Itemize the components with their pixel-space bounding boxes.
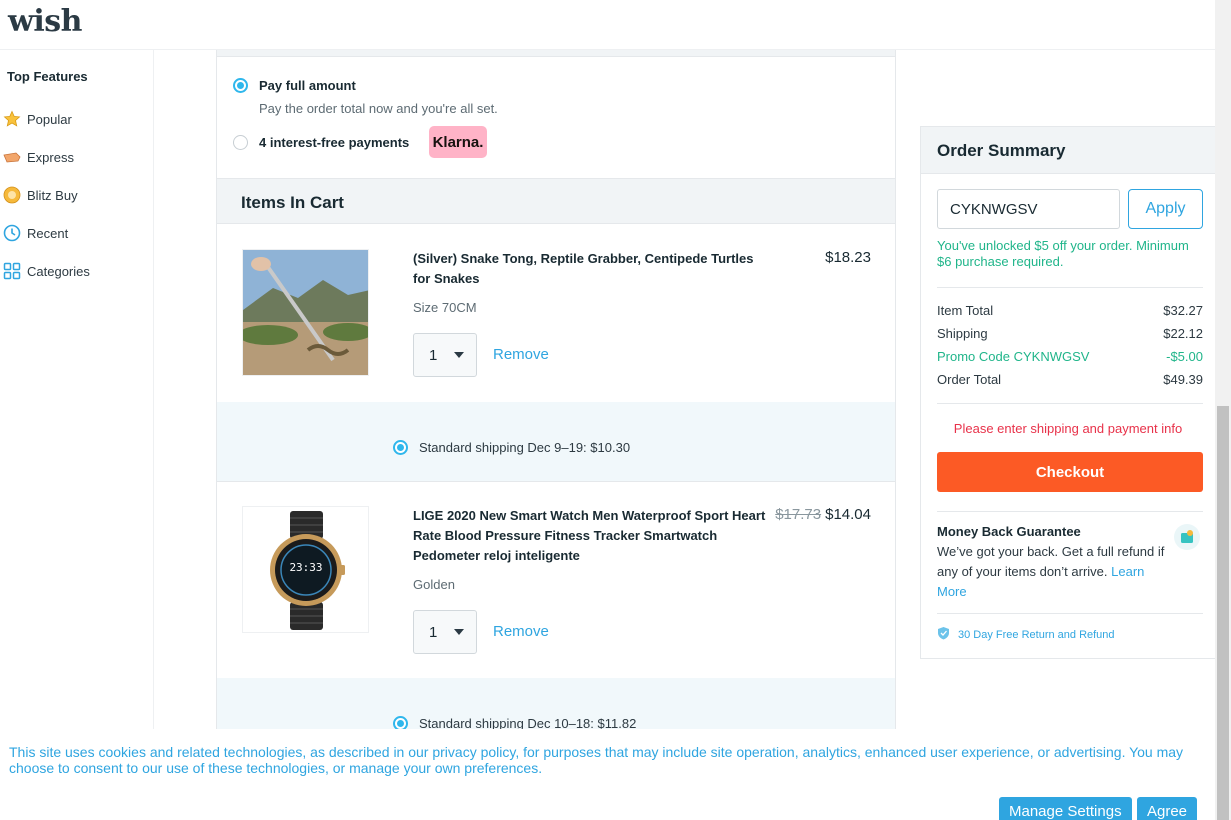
sidebar-item-label: Express <box>27 149 74 165</box>
pay-full-option[interactable]: Pay full amount <box>233 78 356 93</box>
checkout-button[interactable]: Checkout <box>937 452 1203 492</box>
shipping-option-row: Standard shipping Dec 9–19: $10.30 <box>217 402 895 482</box>
summary-row-label: Shipping <box>937 326 988 341</box>
klarna-logo: Klarna. <box>429 126 487 158</box>
summary-row-label: Order Total <box>937 372 1002 387</box>
cart-item-title[interactable]: LIGE 2020 New Smart Watch Men Waterproof… <box>413 506 773 566</box>
shipping-radio[interactable] <box>393 716 408 730</box>
agree-button[interactable]: Agree <box>1137 797 1198 820</box>
summary-row-order-total: Order Total $49.39 <box>937 372 1203 387</box>
checkout-main: Pay full amount Pay the order total now … <box>216 50 896 730</box>
sidebar-item-popular[interactable]: Popular <box>0 104 150 134</box>
product-image-snake-tong[interactable] <box>242 249 369 376</box>
order-summary-panel: Order Summary Apply You've unlocked $5 o… <box>920 126 1216 659</box>
chevron-down-icon <box>454 352 464 358</box>
cookie-consent-bar: This site uses cookies and related techn… <box>0 729 1215 820</box>
summary-row-label: Item Total <box>937 303 994 318</box>
apply-promo-button[interactable]: Apply <box>1128 189 1203 229</box>
quantity-dropdown[interactable]: 1 <box>413 333 477 377</box>
promo-code-input[interactable] <box>937 189 1120 229</box>
blitz-buy-icon <box>3 186 21 204</box>
sidebar-item-label: Categories <box>27 263 90 279</box>
summary-row-value: $22.12 <box>1163 326 1203 341</box>
sidebar-item-recent[interactable]: Recent <box>0 218 150 248</box>
summary-row-item-total: Item Total $32.27 <box>937 303 1203 318</box>
sidebar-item-label: Recent <box>27 225 69 241</box>
pay-full-radio[interactable] <box>233 78 248 93</box>
cart-item-variant: Size 70CM <box>413 300 477 315</box>
shipping-payment-warning: Please enter shipping and payment info <box>953 421 1183 436</box>
shield-icon <box>937 626 950 643</box>
section-divider <box>217 50 895 57</box>
sidebar-item-express[interactable]: Express <box>0 142 150 172</box>
wish-logo[interactable]: wish <box>8 4 82 39</box>
cart-item-price: $18.23 <box>825 249 871 266</box>
cart-item-title[interactable]: (Silver) Snake Tong, Reptile Grabber, Ce… <box>413 249 773 289</box>
installments-radio[interactable] <box>233 135 248 150</box>
divider <box>937 511 1203 512</box>
sidebar-item-label: Blitz Buy <box>27 187 78 203</box>
sidebar-item-label: Popular <box>27 111 72 127</box>
promo-success-message: You've unlocked $5 off your order. Minim… <box>937 238 1189 269</box>
shipping-option-row: Standard shipping Dec 10–18: $11.82 <box>217 678 895 730</box>
grid-icon <box>3 262 21 280</box>
sidebar: Top Features Popular Express Blitz Buy R… <box>0 50 154 730</box>
manage-settings-button[interactable]: Manage Settings <box>999 797 1132 820</box>
remove-item-button[interactable]: Remove <box>493 346 549 363</box>
sidebar-item-categories[interactable]: Categories <box>0 256 150 286</box>
cookie-notice-text: This site uses cookies and related techn… <box>9 744 1184 776</box>
money-back-title: Money Back Guarantee <box>937 524 1081 539</box>
summary-row-promo: Promo Code CYKNWGSV -$5.00 <box>937 349 1203 364</box>
quantity-dropdown[interactable]: 1 <box>413 610 477 654</box>
summary-row-label: Promo Code CYKNWGSV <box>937 349 1090 364</box>
guarantee-box-icon <box>1174 524 1200 550</box>
summary-row-shipping: Shipping $22.12 <box>937 326 1203 341</box>
return-policy[interactable]: 30 Day Free Return and Refund <box>937 626 1115 643</box>
cart-heading: Items In Cart <box>241 193 344 212</box>
installments-label: 4 interest-free payments <box>259 135 410 150</box>
clock-icon <box>3 224 21 242</box>
summary-row-value: -$5.00 <box>1166 349 1203 364</box>
shipping-option-label: Standard shipping Dec 10–18: $11.82 <box>419 716 637 730</box>
cart-item-variant: Golden <box>413 577 455 592</box>
summary-row-value: $32.27 <box>1163 303 1203 318</box>
return-policy-text: 30 Day Free Return and Refund <box>958 628 1115 641</box>
sidebar-title: Top Features <box>7 69 88 84</box>
cart-item-current-price: $14.04 <box>825 506 871 523</box>
order-summary-header: Order Summary <box>921 127 1215 174</box>
pay-full-label: Pay full amount <box>259 78 356 93</box>
scrollbar-thumb[interactable] <box>1217 406 1229 820</box>
divider <box>937 287 1203 288</box>
cart-item-current-price: $18.23 <box>825 249 871 266</box>
order-summary-heading: Order Summary <box>937 141 1066 160</box>
divider <box>937 613 1203 614</box>
chevron-down-icon <box>454 629 464 635</box>
express-truck-icon <box>3 148 21 166</box>
shipping-radio[interactable] <box>393 440 408 455</box>
star-icon <box>3 110 21 128</box>
watch-face-time: 23:33 <box>289 561 323 574</box>
money-back-text: We’ve got your back. Get a full refund i… <box>937 542 1177 602</box>
remove-item-button[interactable]: Remove <box>493 623 549 640</box>
divider <box>937 403 1203 404</box>
product-image-smart-watch[interactable]: 23:33 <box>242 506 369 633</box>
pay-full-description: Pay the order total now and you're all s… <box>259 101 498 116</box>
quantity-value: 1 <box>429 347 438 364</box>
quantity-value: 1 <box>429 624 438 641</box>
top-bar: wish <box>0 0 1215 50</box>
installments-option[interactable]: 4 interest-free payments <box>233 135 409 150</box>
cart-header: Items In Cart <box>217 178 895 224</box>
shipping-option-label: Standard shipping Dec 9–19: $10.30 <box>419 440 631 455</box>
summary-row-value: $49.39 <box>1163 372 1203 387</box>
cart-item-price: $17.73 $14.04 <box>775 506 871 523</box>
cart-item-original-price: $17.73 <box>775 506 822 523</box>
sidebar-item-blitz-buy[interactable]: Blitz Buy <box>0 180 150 210</box>
